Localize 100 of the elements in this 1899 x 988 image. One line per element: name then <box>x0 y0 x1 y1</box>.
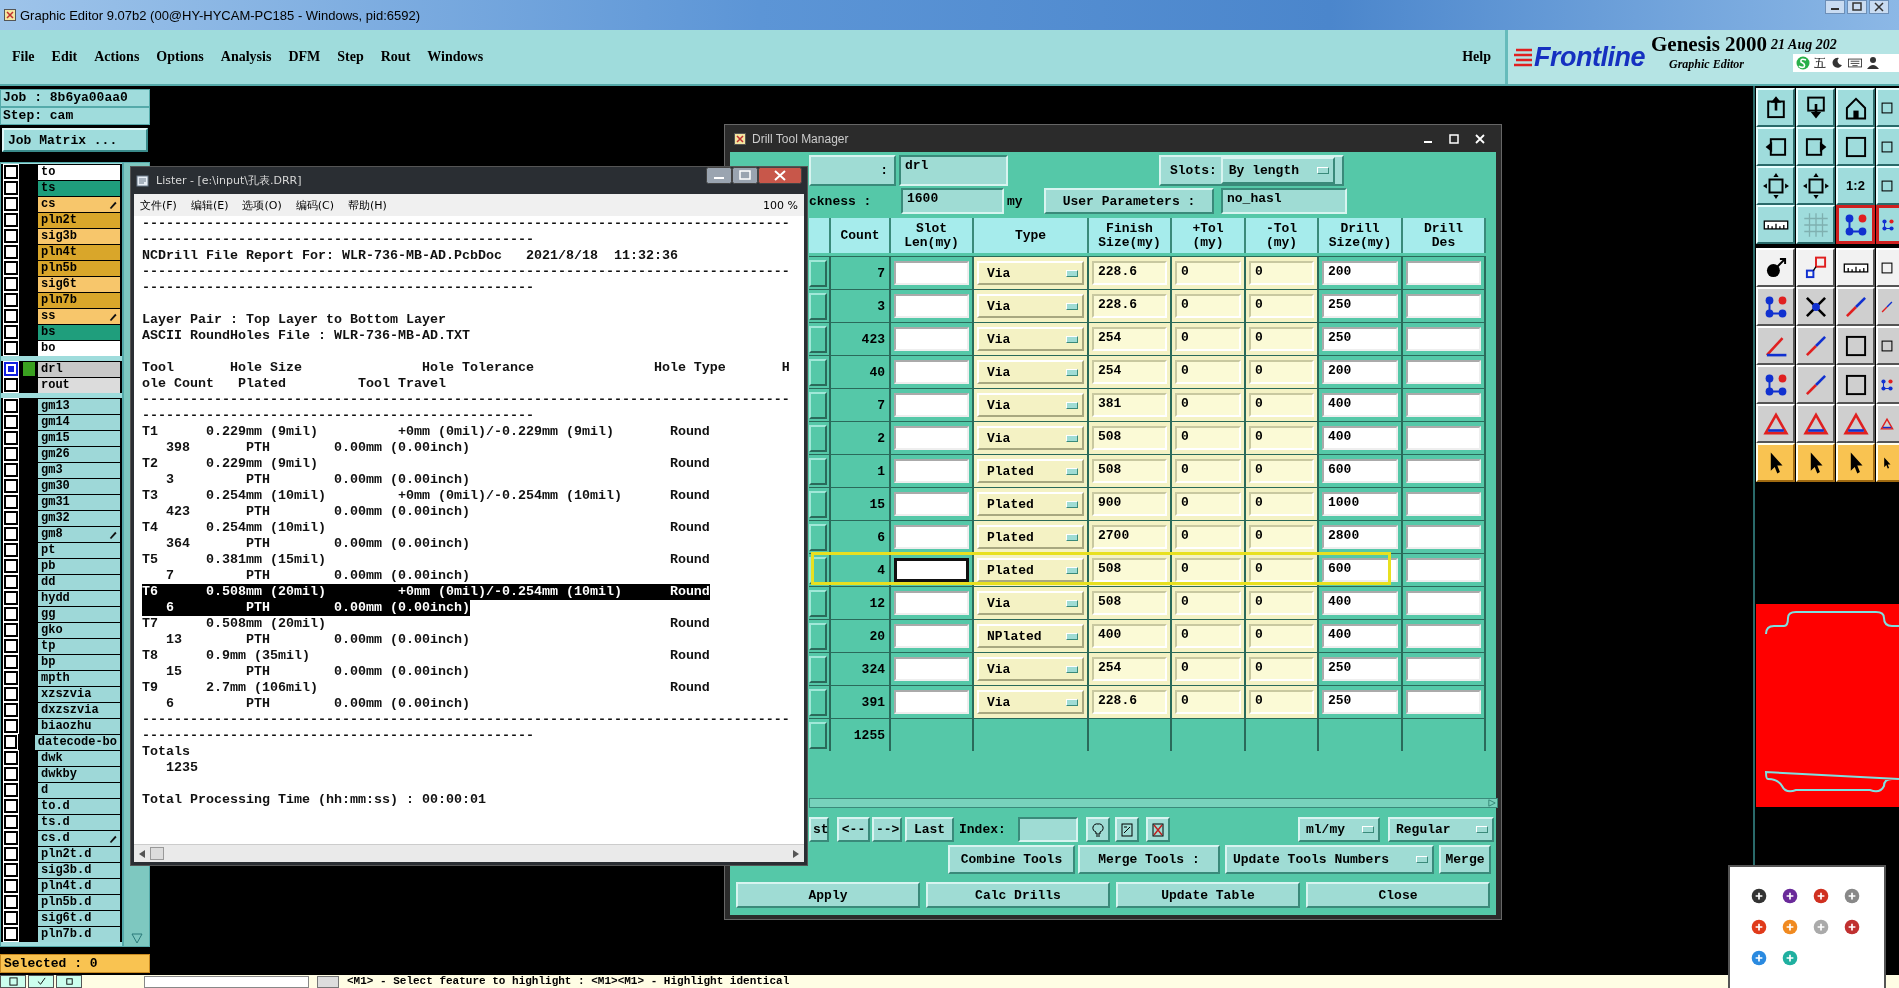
slot-length-field[interactable] <box>894 492 969 516</box>
menu-item[interactable]: 编辑(E) <box>190 197 229 213</box>
layer-checkbox[interactable] <box>4 847 18 861</box>
drill-designator-field[interactable] <box>1406 690 1481 714</box>
layer-checkbox[interactable] <box>4 213 18 227</box>
layer-cell[interactable]: bs <box>38 324 120 340</box>
type-dropdown[interactable]: Via <box>977 591 1084 615</box>
mode-dropdown[interactable]: Regular <box>1388 817 1494 842</box>
minus-tolerance-field[interactable]: 0 <box>1249 294 1314 318</box>
type-dropdown[interactable]: Via <box>977 261 1084 285</box>
layer-checkbox[interactable] <box>4 895 18 909</box>
tool-row[interactable]: 3 Via 228.6 0 0 250 <box>809 289 1486 322</box>
minimize-icon[interactable] <box>1825 0 1845 14</box>
slots-dropdown[interactable]: By length <box>1220 157 1335 184</box>
tool-row[interactable]: 7 Via 381 0 0 400 <box>809 388 1486 421</box>
menu-item[interactable]: Step <box>337 49 364 65</box>
layer-checkbox[interactable] <box>4 511 18 525</box>
layer-checkbox[interactable] <box>4 783 18 797</box>
finish-size-field[interactable]: 508 <box>1092 591 1167 615</box>
drill-designator-field[interactable] <box>1406 294 1481 318</box>
layer-cell[interactable]: gm32 <box>38 510 120 526</box>
merge-button[interactable]: Merge <box>1439 845 1491 874</box>
row-header-button[interactable] <box>809 721 827 749</box>
drill-size-field[interactable]: 250 <box>1322 657 1398 681</box>
layer-checkbox[interactable] <box>4 863 18 877</box>
plus-tolerance-field[interactable]: 0 <box>1175 690 1241 714</box>
menu-item[interactable]: Actions <box>94 49 140 65</box>
row-header-button[interactable] <box>809 589 827 617</box>
layer-cell[interactable]: pln7b <box>38 292 120 308</box>
layer-checkbox[interactable] <box>4 751 18 765</box>
menu-item[interactable]: Analysis <box>220 49 272 65</box>
drill-designator-field[interactable] <box>1406 327 1481 351</box>
row-header-button[interactable] <box>809 490 827 518</box>
plus-tolerance-field[interactable]: 0 <box>1175 393 1241 417</box>
type-dropdown[interactable]: Via <box>977 327 1084 351</box>
layer-cell[interactable]: tp <box>38 638 120 654</box>
layer-checkbox[interactable] <box>4 341 18 355</box>
icon-button[interactable] <box>1146 817 1170 842</box>
minus-tolerance-field[interactable]: 0 <box>1249 624 1314 648</box>
menu-item[interactable]: 帮助(H) <box>348 197 387 213</box>
finish-size-field[interactable]: 381 <box>1092 393 1167 417</box>
slot-length-field[interactable] <box>894 261 969 285</box>
minus-tolerance-field[interactable]: 0 <box>1249 360 1314 384</box>
plus-tolerance-field[interactable]: 0 <box>1175 327 1241 351</box>
layer-cell[interactable]: xzszvia <box>38 686 120 702</box>
type-dropdown[interactable]: Via <box>977 657 1084 681</box>
slot-length-field[interactable] <box>894 690 969 714</box>
plus-tolerance-field[interactable]: 0 <box>1175 426 1241 450</box>
finish-size-field[interactable]: 508 <box>1092 558 1167 582</box>
row-header-button[interactable] <box>809 457 827 485</box>
layer-cell[interactable]: bo <box>38 340 120 356</box>
slot-length-field[interactable] <box>894 393 969 417</box>
layer-checkbox[interactable] <box>4 181 18 195</box>
next-button[interactable]: --> <box>872 817 902 842</box>
layer-checkbox[interactable] <box>4 399 18 413</box>
minus-tolerance-field[interactable]: 0 <box>1249 558 1314 582</box>
slot-length-field[interactable] <box>894 657 969 681</box>
horizontal-scrollbar[interactable] <box>134 844 804 862</box>
minus-tolerance-field[interactable]: 0 <box>1249 459 1314 483</box>
drill-designator-field[interactable] <box>1406 657 1481 681</box>
tool-row[interactable]: 4 Plated 508 0 0 600 <box>809 553 1486 586</box>
action-button[interactable]: Update Table <box>1116 882 1300 908</box>
layer-cell[interactable]: d <box>38 782 120 798</box>
layer-cell[interactable]: cs <box>38 196 120 212</box>
layer-checkbox[interactable] <box>4 309 18 323</box>
layer-checkbox[interactable] <box>4 277 18 291</box>
user-parameters-button[interactable]: User Parameters : <box>1044 188 1214 214</box>
drill-designator-field[interactable] <box>1406 591 1481 615</box>
drill-size-field[interactable]: 600 <box>1322 459 1398 483</box>
layer-checkbox[interactable] <box>4 591 18 605</box>
plus-tolerance-field[interactable]: 0 <box>1175 657 1241 681</box>
drill-designator-field[interactable] <box>1406 426 1481 450</box>
layer-checkbox[interactable] <box>4 927 18 941</box>
menu-item[interactable]: File <box>12 49 35 65</box>
layer-cell[interactable]: ts <box>38 180 120 196</box>
layer-cell[interactable]: pln4t.d <box>38 878 120 894</box>
layer-checkbox[interactable] <box>4 325 18 339</box>
layer-cell[interactable]: pln4t <box>38 244 120 260</box>
drill-designator-field[interactable] <box>1406 393 1481 417</box>
plus-tolerance-field[interactable]: 0 <box>1175 459 1241 483</box>
drill-size-field[interactable]: 200 <box>1322 360 1398 384</box>
menu-item[interactable]: Options <box>156 49 204 65</box>
layer-cell[interactable]: pln7b.d <box>38 926 120 942</box>
thickness-field[interactable]: 1600 <box>901 188 1004 214</box>
status-button[interactable] <box>56 975 82 988</box>
layer-field[interactable]: drl <box>899 155 1008 186</box>
first-button[interactable]: st <box>809 817 829 842</box>
slot-length-field[interactable] <box>894 624 969 648</box>
drill-designator-field[interactable] <box>1406 558 1481 582</box>
finish-size-field[interactable]: 254 <box>1092 360 1167 384</box>
scroll-left-icon[interactable] <box>138 848 146 859</box>
menu-item[interactable]: 选项(O) <box>242 197 282 213</box>
plus-tolerance-field[interactable]: 0 <box>1175 360 1241 384</box>
row-header-button[interactable] <box>809 424 827 452</box>
drill-size-field[interactable]: 400 <box>1322 591 1398 615</box>
tray-app-icon[interactable] <box>1750 887 1768 905</box>
type-dropdown[interactable]: Via <box>977 690 1084 714</box>
action-button[interactable]: Apply <box>736 882 920 908</box>
finish-size-field[interactable]: 2700 <box>1092 525 1167 549</box>
slot-length-field[interactable] <box>894 327 969 351</box>
